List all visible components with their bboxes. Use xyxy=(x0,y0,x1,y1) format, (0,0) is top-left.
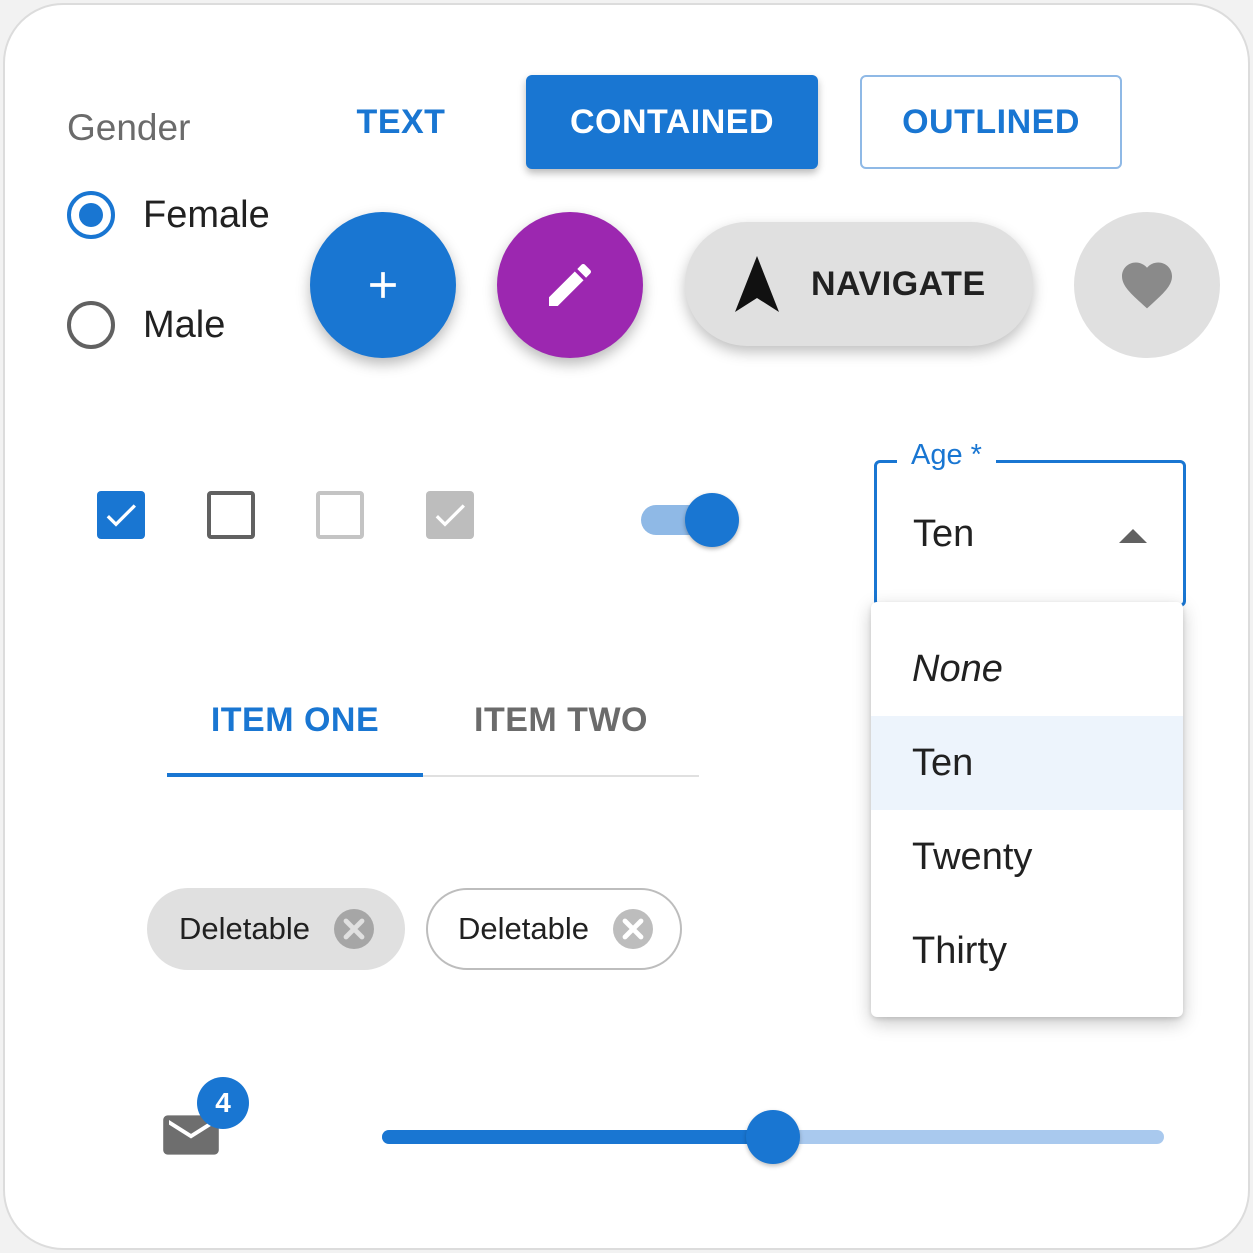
chip-label: Deletable xyxy=(458,911,589,946)
chip-filled: Deletable xyxy=(147,888,405,970)
tab-item-one[interactable]: ITEM ONE xyxy=(167,665,423,775)
chip-outlined: Deletable xyxy=(426,888,682,970)
gender-label: Gender xyxy=(67,107,191,148)
checkbox-disabled xyxy=(316,491,364,539)
age-select-menu: None Ten Twenty Thirty xyxy=(871,602,1183,1017)
badge-count: 4 xyxy=(197,1077,249,1129)
tab-indicator xyxy=(167,773,423,777)
add-icon xyxy=(370,272,396,298)
menu-item-twenty[interactable]: Twenty xyxy=(871,810,1183,904)
text-button[interactable]: TEXT xyxy=(321,75,481,169)
radio-male[interactable]: Male xyxy=(67,301,225,349)
check-icon xyxy=(435,504,465,527)
mail-badge: 4 xyxy=(163,1077,253,1161)
add-fab[interactable] xyxy=(310,212,456,358)
radio-female-label: Female xyxy=(143,193,270,236)
edit-icon xyxy=(549,263,592,306)
favorite-icon xyxy=(1122,262,1172,309)
outlined-button[interactable]: OUTLINED xyxy=(860,75,1122,169)
tab-item-two[interactable]: ITEM TWO xyxy=(423,665,699,775)
checkbox-checked[interactable] xyxy=(97,491,145,539)
checkbox-unchecked[interactable] xyxy=(207,491,255,539)
navigate-label: NAVIGATE xyxy=(811,264,986,303)
navigation-icon xyxy=(735,256,779,312)
age-select[interactable]: Age * Ten xyxy=(874,439,1186,607)
slider[interactable] xyxy=(382,1110,1164,1166)
arrow-up-icon xyxy=(1119,529,1147,543)
chip-label: Deletable xyxy=(179,911,310,946)
tab-bar: ITEM ONE ITEM TWO xyxy=(167,665,699,777)
menu-item-thirty[interactable]: Thirty xyxy=(871,904,1183,998)
menu-item-ten[interactable]: Ten xyxy=(871,716,1183,810)
like-fab[interactable] xyxy=(1074,212,1220,358)
radio-checked-icon xyxy=(67,191,115,239)
check-icon xyxy=(106,504,136,527)
navigate-fab[interactable]: NAVIGATE xyxy=(685,222,1033,346)
radio-unchecked-icon xyxy=(67,301,115,349)
cancel-icon[interactable] xyxy=(330,905,378,953)
slider-track xyxy=(382,1130,773,1144)
cancel-icon[interactable] xyxy=(609,905,657,953)
switch-thumb xyxy=(685,493,739,547)
age-select-value: Ten xyxy=(913,513,975,555)
menu-item-none[interactable]: None xyxy=(871,622,1183,716)
slider-thumb[interactable] xyxy=(746,1110,800,1164)
radio-male-label: Male xyxy=(143,303,226,346)
radio-female[interactable]: Female xyxy=(67,191,270,239)
contained-button[interactable]: CONTAINED xyxy=(526,75,818,169)
checkbox-disabled-checked xyxy=(426,491,474,539)
age-select-label: Age * xyxy=(897,439,996,472)
edit-fab[interactable] xyxy=(497,212,643,358)
toggle-switch[interactable] xyxy=(641,493,741,547)
